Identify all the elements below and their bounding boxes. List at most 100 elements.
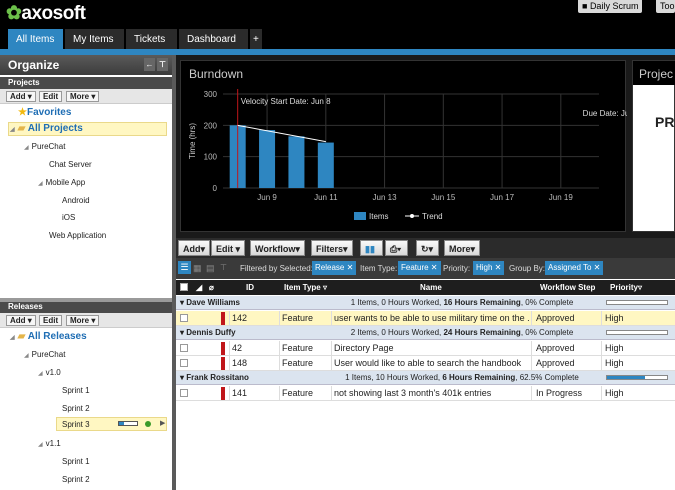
tree-sprint-2[interactable]: Sprint 2	[62, 404, 90, 413]
row-checkbox[interactable]	[180, 389, 188, 397]
column-priority-filter-icon[interactable]: ▿	[638, 283, 642, 292]
tree-sprint-1[interactable]: Sprint 1	[62, 386, 90, 395]
tree-favorites[interactable]: ★Favorites	[18, 107, 71, 118]
attachment-column-icon[interactable]: ⌀	[209, 283, 214, 292]
table-row[interactable]: 141 Feature not showing last 3 month's 401…	[176, 386, 675, 401]
burndown-chart: 0 100 200 300 Jun 9 Jun 11 Jun 13 Jun 15 Jun 17 J…	[188, 89, 627, 221]
pin-icon[interactable]: ⊤	[157, 58, 168, 71]
tree-v1-1-sprint-1[interactable]: Sprint 1	[62, 457, 90, 466]
chart-view-button[interactable]: ▮▮	[360, 240, 383, 256]
group-header[interactable]: ▾ Frank Rossitano 1 Items, 10 Hours Worke…	[176, 371, 675, 385]
table-row[interactable]: 148 Feature User would like to able to sea…	[176, 356, 675, 371]
column-item-type[interactable]: Item Type	[284, 283, 321, 292]
column-divider	[279, 356, 280, 371]
releases-more-button[interactable]: More ▾	[66, 315, 100, 326]
burndown-bar	[317, 142, 334, 188]
column-divider	[531, 386, 532, 401]
expand-triangle-icon: ◢	[10, 127, 15, 133]
group-header[interactable]: ▾ Dennis Duffy 2 Items, 0 Hours Worked, 2…	[176, 326, 675, 340]
column-divider	[279, 386, 280, 401]
tab-all-items[interactable]: All Items	[8, 29, 64, 50]
cell-priority: High	[605, 358, 624, 368]
group-progress-bar	[606, 330, 668, 335]
tree-chat-server[interactable]: Chat Server	[49, 160, 92, 169]
releases-toolbar: Add ▾ Edit More ▾	[0, 313, 172, 328]
collapse-icon[interactable]: ←	[144, 58, 155, 71]
tree-sprint-3[interactable]: Sprint 3	[62, 420, 90, 429]
row-checkbox[interactable]	[180, 314, 188, 322]
column-workflow-step[interactable]: Workflow Step	[540, 283, 595, 292]
tools-button[interactable]: Too	[656, 0, 675, 13]
group-progress-fill	[607, 376, 645, 379]
priority-filter-chip[interactable]: High ✕	[473, 261, 505, 275]
column-divider	[229, 341, 230, 356]
group-by-label: Group By:	[509, 264, 546, 273]
tree-all-projects[interactable]: ◢ ▰ All Projects	[10, 123, 83, 134]
tree-release-v1-1[interactable]: ◢ v1.1	[38, 439, 61, 448]
table-row[interactable]: 142 Feature user wants to be able to use m…	[176, 311, 675, 326]
print-button[interactable]: ⎙▾	[385, 240, 408, 256]
tab-my-items[interactable]: My Items	[65, 29, 125, 50]
y-tick-label: 300	[204, 90, 218, 99]
priority-flag-icon	[221, 387, 225, 400]
tree-release-v1-0[interactable]: ◢ v1.0	[38, 368, 61, 377]
group-header[interactable]: ▾ Dave Williams 1 Items, 0 Hours Worked, …	[176, 296, 675, 310]
tree-mobile-app[interactable]: ◢ Mobile App	[38, 178, 85, 187]
add-tab-button[interactable]: +	[250, 29, 263, 50]
grid-add-button[interactable]: Add▾	[178, 240, 211, 256]
grid-edit-button[interactable]: Edit ▾	[211, 240, 246, 256]
tree-android[interactable]: Android	[62, 196, 90, 205]
tab-dashboard[interactable]: Dashboard	[179, 29, 249, 50]
flag-column-icon[interactable]: ◢	[196, 283, 202, 292]
pin-filter-icon[interactable]: ⊤	[220, 263, 227, 272]
releases-edit-button[interactable]: Edit	[39, 315, 63, 326]
y-tick-label: 0	[213, 184, 218, 193]
column-item-type-filter-icon[interactable]: ▿	[323, 283, 327, 292]
grid-view-icon[interactable]: ▤	[206, 263, 215, 274]
grid-workflow-button[interactable]: Workflow▾	[250, 240, 305, 256]
column-divider	[331, 356, 332, 371]
grid-filters-button[interactable]: Filters▾	[311, 240, 353, 256]
column-name[interactable]: Name	[420, 283, 442, 292]
tree-release-purechat[interactable]: ◢ PureChat	[24, 350, 65, 359]
release-filter-chip[interactable]: Release ✕	[312, 261, 357, 275]
group-by-chip[interactable]: Assigned To ✕	[545, 261, 604, 275]
cell-id: 42	[232, 343, 243, 353]
organize-header: Organize ← ⊤	[0, 55, 172, 75]
projects-more-button[interactable]: More ▾	[66, 91, 100, 102]
daily-scrum-button[interactable]: ■ Daily Scrum	[578, 0, 643, 13]
item-type-filter-chip[interactable]: Feature ✕	[398, 261, 441, 275]
projects-edit-button[interactable]: Edit	[39, 91, 63, 102]
column-divider	[279, 341, 280, 356]
tree-all-releases[interactable]: ◢ ▰ All Releases	[10, 331, 87, 342]
column-id[interactable]: ID	[246, 283, 254, 292]
legend-items-swatch	[354, 212, 366, 220]
cell-workflow-step: Approved	[536, 313, 575, 323]
due-date-label: Due Date: Jun 22	[583, 109, 627, 118]
tree-web-application[interactable]: Web Application	[49, 231, 106, 240]
grid-header: ◢ ⌀ ID Item Type ▿ Name Workflow Step Pr…	[176, 280, 675, 295]
row-checkbox[interactable]	[180, 359, 188, 367]
tree-v1-1-sprint-2[interactable]: Sprint 2	[62, 475, 90, 484]
projects-add-button[interactable]: Add ▾	[6, 91, 36, 102]
grid-more-button[interactable]: More▾	[444, 240, 481, 256]
panel-resize-handle[interactable]	[0, 298, 172, 302]
filtered-by-label: Filtered by Selected:	[240, 264, 313, 273]
velocity-start-label: Velocity Start Date: Jun 8	[241, 97, 331, 106]
tree-project-purechat[interactable]: ◢ PureChat	[24, 142, 65, 151]
x-tick-label: Jun 17	[490, 193, 515, 202]
cell-id: 142	[232, 313, 248, 323]
refresh-button[interactable]: ↻▾	[416, 240, 439, 256]
select-all-checkbox[interactable]	[180, 283, 188, 291]
column-priority[interactable]: Priority	[610, 283, 638, 292]
table-row[interactable]: 42 Feature Directory Page Approved High	[176, 341, 675, 356]
priority-flag-icon	[221, 357, 225, 370]
tree-ios[interactable]: iOS	[62, 213, 75, 222]
row-checkbox[interactable]	[180, 344, 188, 352]
list-view-icon[interactable]: ☰	[178, 261, 191, 274]
star-icon: ★	[18, 107, 27, 118]
sprint-3-arrow-icon[interactable]: ▶	[160, 419, 165, 427]
releases-add-button[interactable]: Add ▾	[6, 315, 36, 326]
card-view-icon[interactable]: ▦	[193, 263, 202, 274]
tab-tickets[interactable]: Tickets	[126, 29, 178, 50]
